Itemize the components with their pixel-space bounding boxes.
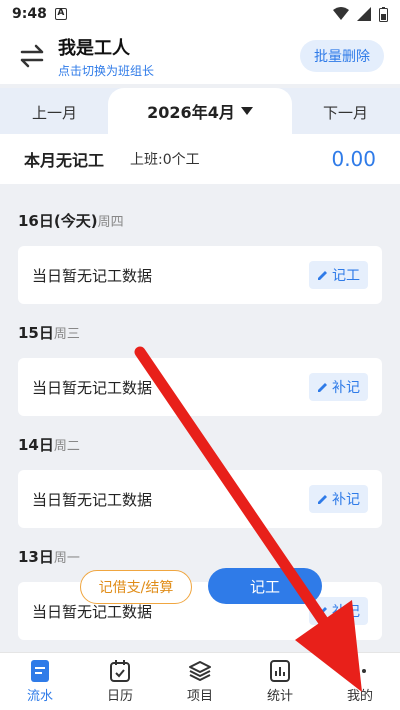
day-card: 当日暂无记工数据 补记 bbox=[18, 358, 382, 416]
current-month-label: 2026年4月 bbox=[147, 103, 235, 122]
day-card: 当日暂无记工数据 记工 bbox=[18, 246, 382, 304]
nav-item-project[interactable]: 项目 bbox=[160, 653, 240, 710]
nav-label: 项目 bbox=[186, 689, 213, 704]
status-bar: 9:48 A bbox=[0, 0, 400, 28]
supplement-record-label: 补记 bbox=[332, 380, 360, 396]
nav-item-flow[interactable]: 流水 bbox=[0, 653, 80, 710]
role-title: 我是工人 bbox=[58, 37, 130, 59]
record-work-label: 记工 bbox=[332, 268, 360, 284]
day-weekday: 周四 bbox=[97, 215, 124, 230]
role-switcher[interactable]: 我是工人 点击切换为班组长 bbox=[58, 34, 154, 79]
day-date: 16日(今天) bbox=[18, 212, 98, 230]
record-work-button[interactable]: 记工 bbox=[309, 261, 368, 289]
summary-amount: 0.00 bbox=[331, 147, 376, 171]
status-time: 9:48 bbox=[12, 6, 47, 22]
nav-label: 我的 bbox=[346, 689, 373, 704]
nav-item-stats[interactable]: 统计 bbox=[240, 653, 320, 710]
nav-item-mine[interactable]: 我的 bbox=[320, 653, 400, 710]
pen-icon bbox=[318, 606, 327, 616]
supplement-record-button[interactable]: 补记 bbox=[309, 597, 368, 625]
signal-icon bbox=[357, 7, 371, 21]
record-work-fab[interactable]: 记工 bbox=[208, 568, 322, 604]
status-icons bbox=[333, 6, 388, 22]
day-header: 14日周二 bbox=[18, 434, 80, 455]
nav-label: 流水 bbox=[26, 689, 53, 704]
prev-month-button[interactable]: 上一月 bbox=[32, 102, 77, 123]
day-weekday: 周一 bbox=[53, 551, 80, 566]
day-card: 当日暂无记工数据 补记 bbox=[18, 582, 382, 640]
day-date: 14日 bbox=[18, 436, 54, 454]
more-icon bbox=[354, 669, 366, 673]
batch-delete-button[interactable]: 批量删除 bbox=[300, 40, 384, 72]
next-month-button[interactable]: 下一月 bbox=[323, 102, 368, 123]
day-weekday: 周二 bbox=[53, 439, 80, 454]
summary-title: 本月无记工 bbox=[24, 151, 105, 170]
supplement-record-button[interactable]: 补记 bbox=[309, 485, 368, 513]
pen-icon bbox=[318, 270, 327, 280]
month-summary: 本月无记工 上班:0个工 0.00 bbox=[0, 134, 400, 184]
day-header: 13日周一 bbox=[18, 546, 80, 567]
nav-label: 日历 bbox=[106, 689, 133, 704]
layers-icon bbox=[189, 661, 211, 681]
pen-icon bbox=[318, 494, 327, 504]
current-month-dropdown[interactable]: 2026年4月 bbox=[108, 88, 292, 134]
app-header: 我是工人 点击切换为班组长 批量删除 bbox=[0, 28, 400, 84]
switch-role-icon[interactable] bbox=[16, 40, 48, 72]
day-empty-text: 当日暂无记工数据 bbox=[32, 378, 153, 397]
battery-icon bbox=[379, 6, 388, 22]
pen-icon bbox=[318, 382, 327, 392]
day-empty-text: 当日暂无记工数据 bbox=[32, 266, 153, 285]
month-selector: 上一月 2026年4月 下一月 bbox=[0, 88, 400, 134]
summary-detail: 上班:0个工 bbox=[130, 152, 200, 168]
day-empty-text: 当日暂无记工数据 bbox=[32, 490, 153, 509]
wifi-icon bbox=[333, 7, 349, 20]
calendar-icon bbox=[110, 660, 130, 682]
switch-role-link[interactable]: 点击切换为班组长 bbox=[58, 62, 154, 79]
day-date: 13日 bbox=[18, 548, 54, 566]
supplement-record-label: 补记 bbox=[332, 604, 360, 620]
day-card: 当日暂无记工数据 补记 bbox=[18, 470, 382, 528]
debt-settlement-button[interactable]: 记借支/结算 bbox=[80, 570, 192, 604]
nav-item-calendar[interactable]: 日历 bbox=[80, 653, 160, 710]
day-header: 15日周三 bbox=[18, 322, 80, 343]
document-icon bbox=[31, 660, 49, 682]
notification-icon: A bbox=[54, 8, 67, 20]
chart-icon bbox=[270, 660, 290, 682]
supplement-record-label: 补记 bbox=[332, 492, 360, 508]
bottom-nav: 流水 日历 项目 统计 我的 bbox=[0, 652, 400, 710]
supplement-record-button[interactable]: 补记 bbox=[309, 373, 368, 401]
caret-down-icon bbox=[240, 107, 253, 115]
day-header: 16日(今天)周四 bbox=[18, 210, 124, 231]
day-date: 15日 bbox=[18, 324, 54, 342]
day-weekday: 周三 bbox=[53, 327, 80, 342]
nav-label: 统计 bbox=[266, 689, 293, 704]
